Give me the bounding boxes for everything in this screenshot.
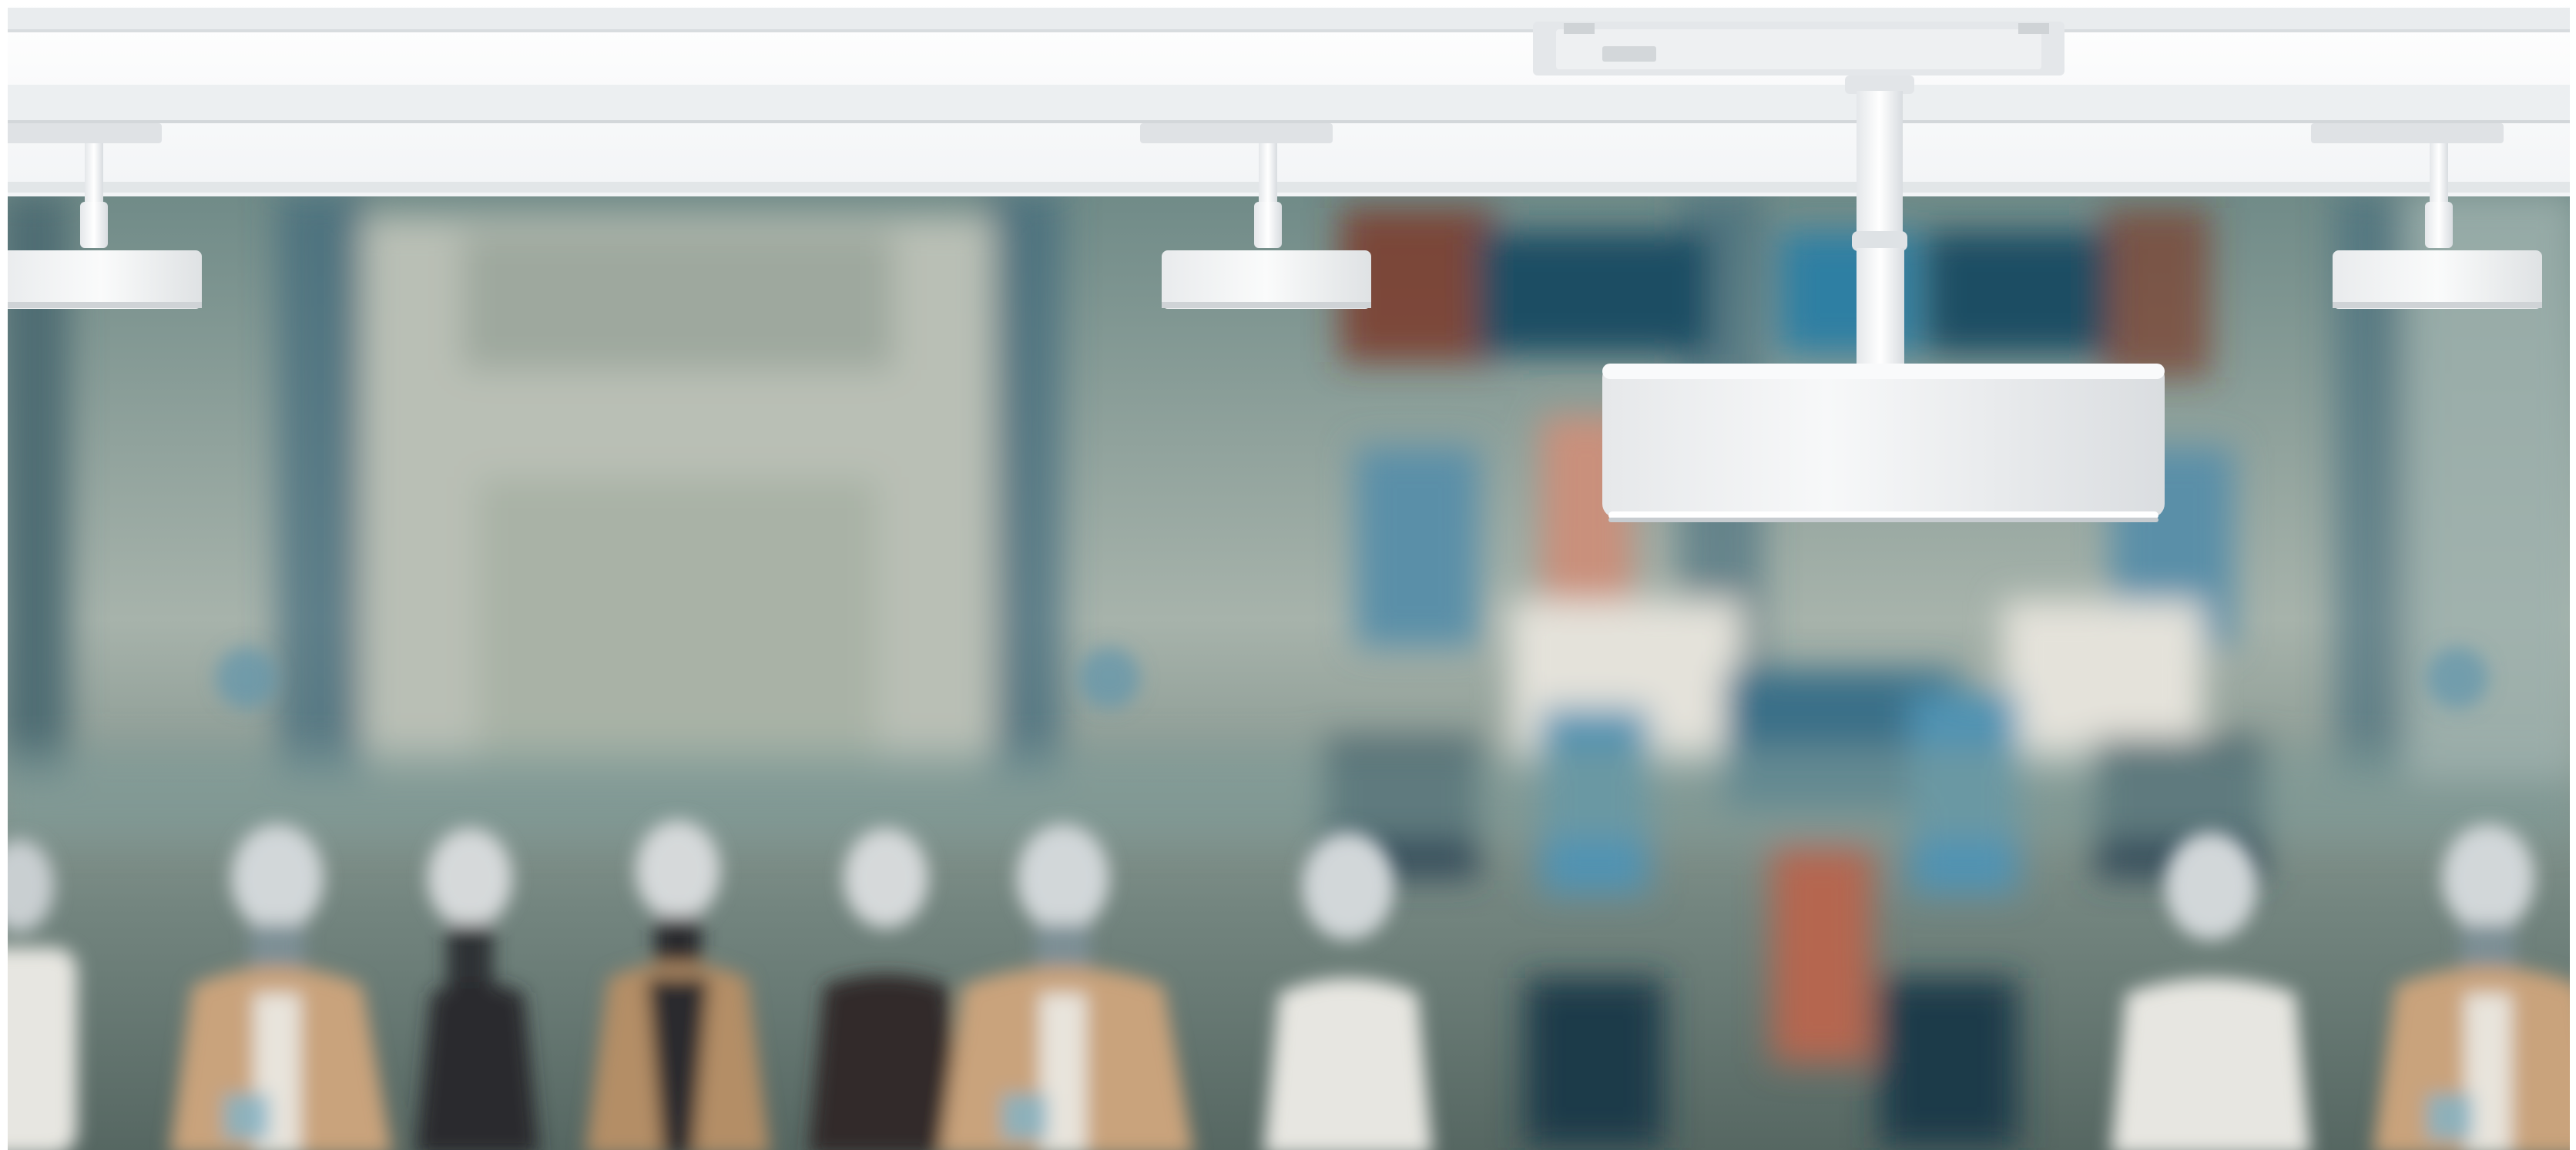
- ceiling: [0, 0, 2576, 196]
- store-background: [0, 185, 2576, 1150]
- right-edge: [2570, 0, 2576, 1150]
- product-photo: [0, 0, 2576, 1150]
- photo-svg: [0, 0, 2576, 1150]
- left-edge: [0, 0, 8, 1150]
